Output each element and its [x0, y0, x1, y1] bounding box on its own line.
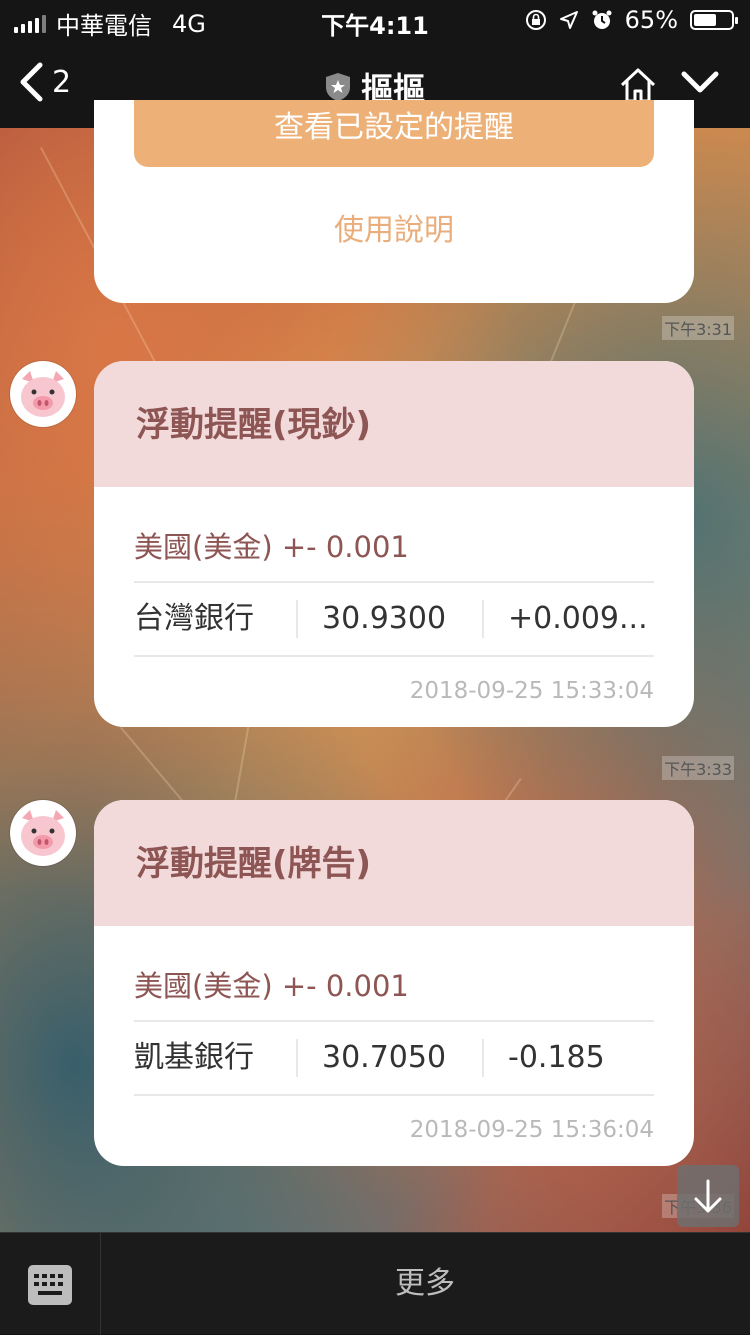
currency-label: 美國(美金) +- 0.001	[134, 487, 654, 583]
rate-change: +0.009...	[508, 601, 648, 636]
chevron-down-icon[interactable]	[680, 70, 720, 96]
bank-name: 凱基銀行	[134, 1039, 298, 1077]
rotation-lock-icon	[525, 10, 546, 30]
keyboard-toggle-button[interactable]	[0, 1233, 101, 1335]
avatar[interactable]	[10, 361, 76, 427]
location-icon	[559, 11, 578, 29]
currency-label: 美國(美金) +- 0.001	[134, 926, 654, 1022]
card-title: 浮動提醒(牌告)	[94, 800, 694, 926]
battery-icon	[690, 10, 738, 30]
message-time: 下午3:31	[662, 316, 734, 340]
view-reminders-button[interactable]: 查看已設定的提醒	[134, 100, 654, 167]
bank-name: 台灣銀行	[134, 600, 298, 638]
avatar[interactable]	[10, 800, 76, 866]
rate-alert-card: 浮動提醒(牌告) 美國(美金) +- 0.001 凱基銀行 30.7050 -0…	[94, 800, 694, 1166]
status-bar: 中華電信 4G 下午4:11 65%	[0, 0, 750, 40]
home-icon[interactable]	[618, 66, 658, 104]
help-link[interactable]: 使用說明	[94, 205, 694, 249]
card-title: 浮動提醒(現鈔)	[94, 361, 694, 487]
pig-avatar-icon	[12, 363, 74, 425]
message-time: 下午3:33	[662, 756, 734, 780]
more-menu-button[interactable]: 更多	[100, 1233, 750, 1335]
rate-change: -0.185	[508, 1040, 605, 1075]
rate-alert-card: 浮動提醒(現鈔) 美國(美金) +- 0.001 台灣銀行 30.9300 +0…	[94, 361, 694, 727]
keyboard-icon	[28, 1265, 72, 1305]
official-badge-icon	[325, 73, 350, 101]
alert-timestamp: 2018-09-25 15:33:04	[409, 678, 654, 704]
rate-row: 台灣銀行 30.9300 +0.009...	[134, 583, 654, 657]
arrow-down-icon	[694, 1179, 722, 1213]
scroll-to-bottom-button[interactable]	[677, 1165, 739, 1227]
alert-timestamp: 2018-09-25 15:36:04	[409, 1117, 654, 1143]
reminder-menu-card: 查看已設定的提醒 使用說明	[94, 100, 694, 303]
alarm-icon	[592, 10, 612, 29]
rate-row: 凱基銀行 30.7050 -0.185	[134, 1022, 654, 1096]
pig-avatar-icon	[12, 802, 74, 864]
exchange-rate: 30.7050	[298, 1039, 484, 1077]
exchange-rate: 30.9300	[298, 600, 484, 638]
bottom-bar: 更多	[0, 1232, 750, 1335]
battery-percent: 65%	[624, 6, 678, 34]
